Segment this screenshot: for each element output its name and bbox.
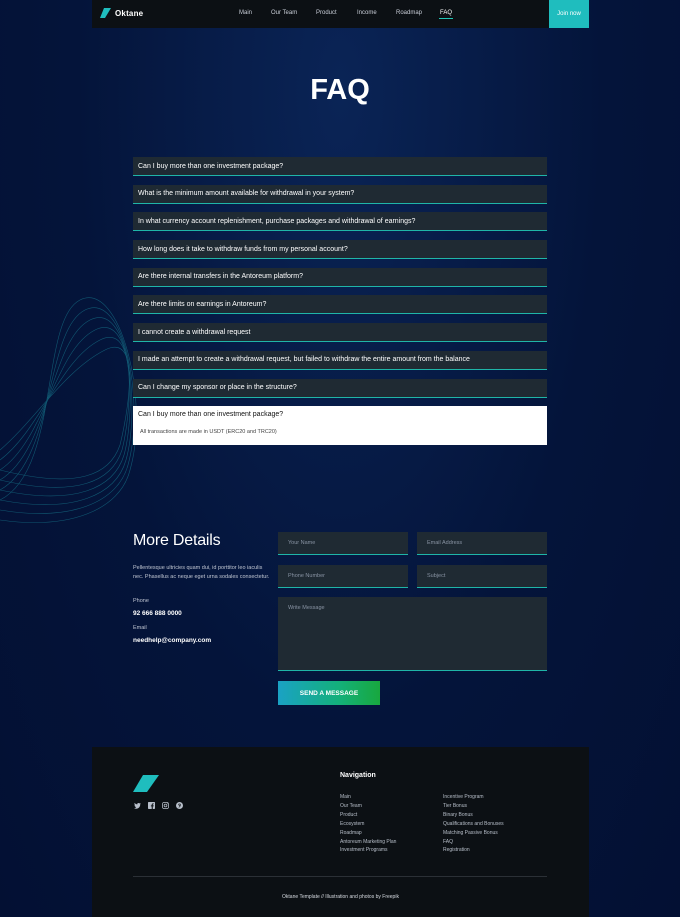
footer-link[interactable]: Ecosystem (340, 820, 396, 829)
footer-nav-column-2: Incentive Program Tier Bonus Binary Bonu… (443, 793, 504, 855)
faq-item[interactable]: What is the minimum amount available for… (133, 184, 547, 204)
nav-item-income[interactable]: Income (357, 10, 377, 16)
nav-item-faq[interactable]: FAQ (438, 10, 454, 19)
footer-link[interactable]: Investment Programs (340, 846, 396, 855)
instagram-icon[interactable] (162, 802, 169, 809)
logo-icon (100, 8, 111, 18)
page-title: FAQ (310, 74, 370, 106)
pinterest-icon[interactable] (176, 802, 183, 809)
faq-open-question: Can I buy more than one investment packa… (138, 411, 284, 419)
email-value: needhelp@company.com (133, 637, 212, 644)
faq-question: I cannot create a withdrawal request (138, 328, 251, 336)
faq-open-answer: All transactions are made in USDT (ERC20… (140, 429, 277, 436)
send-message-button[interactable]: SEND A MESSAGE (278, 681, 380, 705)
faq-question: I made an attempt to create a withdrawal… (138, 356, 470, 364)
faq-list: Can I buy more than one investment packa… (133, 157, 547, 446)
phone-value: 92 666 888 0000 (133, 610, 182, 617)
message-field[interactable]: Write Message (278, 597, 547, 671)
nav-item-product[interactable]: Product (316, 10, 337, 16)
logo[interactable]: Oktane (100, 8, 143, 18)
contact-details: More Details Pellentesque ultricies quam… (133, 532, 273, 644)
faq-item[interactable]: I cannot create a withdrawal request (133, 323, 547, 343)
footer-link[interactable]: Tier Bonus (443, 802, 504, 811)
faq-question: Can I buy more than one investment packa… (138, 162, 284, 170)
faq-item[interactable]: In what currency account replenishment, … (133, 212, 547, 232)
faq-item[interactable]: How long does it take to withdraw funds … (133, 240, 547, 260)
nav-item-main[interactable]: Main (239, 10, 252, 16)
footer-divider (133, 876, 547, 877)
footer-link[interactable]: Binary Bonus (443, 811, 504, 820)
twitter-icon[interactable] (134, 802, 141, 809)
footer-link[interactable]: Product (340, 811, 396, 820)
footer-link[interactable]: Incentive Program (443, 793, 504, 802)
footer-logo-icon[interactable] (133, 775, 159, 792)
top-navbar: Oktane Main Our Team Product Income Road… (92, 0, 589, 28)
details-text: Pellentesque ultricies quam dui, id port… (133, 565, 270, 580)
email-label: Email (133, 625, 147, 631)
phone-label: Phone (133, 598, 149, 604)
nav-item-our-team[interactable]: Our Team (271, 10, 297, 16)
footer-link[interactable]: Registration (443, 846, 504, 855)
footer-link[interactable]: Qualifications and Bonuses (443, 820, 504, 829)
faq-item-expanded[interactable]: Can I buy more than one investment packa… (133, 406, 547, 446)
email-field[interactable]: Email Address (417, 532, 547, 555)
faq-item[interactable]: Are there limits on earnings in Antoreum… (133, 295, 547, 315)
faq-question: In what currency account replenishment, … (138, 217, 416, 225)
name-field[interactable]: Your Name (278, 532, 408, 555)
join-now-button[interactable]: Join now (549, 0, 589, 28)
faq-item[interactable]: Can I change my sponsor or place in the … (133, 378, 547, 398)
phone-field[interactable]: Phone Number (278, 565, 408, 588)
logo-text: Oktane (115, 8, 144, 18)
faq-question: Are there internal transfers in the Anto… (138, 273, 303, 281)
footer-link[interactable]: Main (340, 793, 396, 802)
footer-link[interactable]: FAQ (443, 838, 504, 847)
footer-nav-title: Navigation (340, 772, 376, 779)
footer-link[interactable]: Matching Passive Bonus (443, 829, 504, 838)
faq-item[interactable]: Are there internal transfers in the Anto… (133, 267, 547, 287)
footer: Navigation Main Our Team Product Ecosyst… (92, 747, 589, 917)
social-links (134, 802, 183, 809)
faq-question: Are there limits on earnings in Antoreum… (138, 300, 267, 308)
subject-field[interactable]: Subject (417, 565, 547, 588)
faq-question: How long does it take to withdraw funds … (138, 245, 348, 253)
faq-question: Can I change my sponsor or place in the … (138, 384, 297, 391)
faq-question: What is the minimum amount available for… (138, 190, 355, 198)
faq-item[interactable]: I made an attempt to create a withdrawal… (133, 350, 547, 370)
faq-item[interactable]: Can I buy more than one investment packa… (133, 157, 547, 176)
copyright-text: Oktane Template // Illustration and phot… (282, 894, 399, 900)
page: Oktane Main Our Team Product Income Road… (0, 0, 680, 917)
footer-link[interactable]: Antoreum Marketing Plan (340, 838, 396, 847)
nav-item-roadmap[interactable]: Roadmap (396, 10, 422, 16)
details-heading: More Details (133, 532, 221, 549)
footer-link[interactable]: Our Team (340, 802, 396, 811)
footer-nav-column-1: Main Our Team Product Ecosystem Roadmap … (340, 793, 396, 855)
footer-link[interactable]: Roadmap (340, 829, 396, 838)
facebook-icon[interactable] (148, 802, 155, 809)
